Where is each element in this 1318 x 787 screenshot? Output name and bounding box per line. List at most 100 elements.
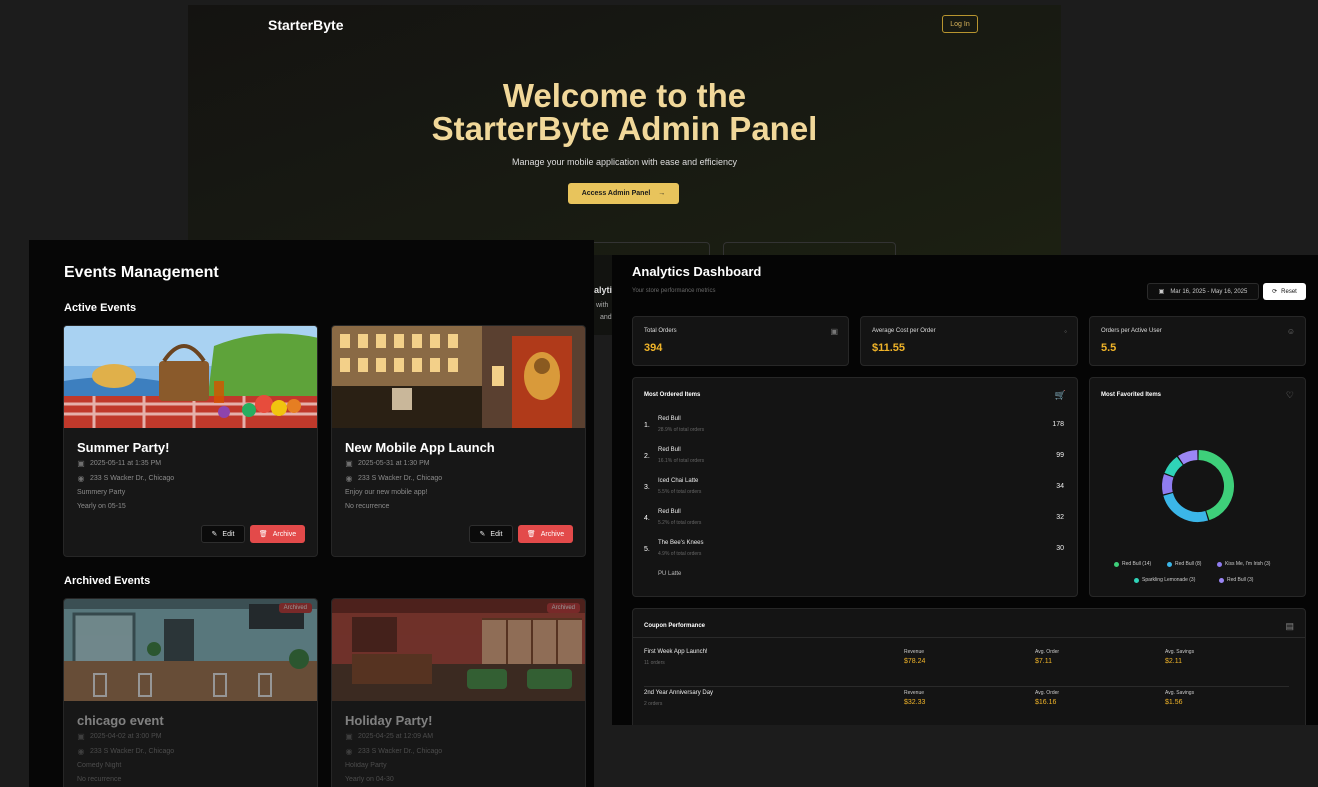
- analytics-panel: Analytics Dashboard Your store performan…: [612, 255, 1318, 725]
- stat-total-orders: Total Orders 394 ▣: [632, 316, 849, 366]
- hero-subtitle: Manage your mobile application with ease…: [512, 157, 737, 167]
- legend-dot: [1167, 561, 1172, 567]
- archived-events-heading: Archived Events: [64, 575, 151, 587]
- feature-card: [723, 242, 896, 255]
- users-icon: ☺: [1286, 327, 1295, 336]
- event-card[interactable]: Summer Party! ▣ 2025-05-11 at 1:35 PM ◉ 23…: [63, 325, 318, 557]
- event-datetime: ▣ 2025-05-31 at 1:30 PM: [345, 459, 430, 468]
- legend-item: Red Bull (14): [1114, 561, 1151, 567]
- event-description: Holiday Party: [345, 762, 387, 769]
- hero-title-line2: StarterByte Admin Panel: [431, 110, 818, 147]
- divider: [633, 637, 1305, 638]
- access-admin-button[interactable]: Access Admin Panel →: [568, 183, 679, 204]
- most-favorited-card: Most Favorited Items ♡ Red Bull (14) Red…: [1089, 377, 1306, 597]
- cart-icon: 🛒: [1054, 390, 1066, 400]
- event-datetime: ▣ 2025-04-25 at 12:09 AM: [345, 732, 434, 741]
- list-item: 3. Iced Chai Latte 5.5% of total orders …: [644, 478, 1064, 495]
- login-button[interactable]: Log In: [942, 15, 978, 33]
- calendar-icon: ▣: [77, 732, 85, 741]
- refresh-icon: ⟳: [1272, 289, 1278, 295]
- event-recurrence: Yearly on 05-15: [77, 503, 126, 510]
- landing-peek-strip: alytic with and: [594, 255, 617, 335]
- list-item: 1. Red Bull 28.9% of total orders 178: [644, 416, 1064, 433]
- legend-item: Red Bull (8): [1167, 561, 1201, 567]
- legend-dot: [1219, 577, 1224, 583]
- ticket-icon: ▤: [1285, 621, 1294, 631]
- event-image-picnic: [64, 326, 317, 428]
- stat-value: $11.55: [872, 342, 906, 354]
- feature-card: [578, 242, 710, 255]
- edit-button[interactable]: ✎ Edit: [201, 525, 245, 543]
- list-item: 5. The Bee's Knees 4.9% of total orders …: [644, 540, 1064, 557]
- brand-logo: StarterByte: [268, 17, 344, 33]
- most-ordered-card: Most Ordered Items 🛒 1. Red Bull 28.9% o…: [632, 377, 1078, 597]
- archived-badge: Archived: [278, 603, 312, 613]
- stat-label: Total Orders: [644, 328, 677, 334]
- events-panel: Events Management Active Events Summer P…: [29, 240, 594, 787]
- event-card[interactable]: Archived chicago event ▣ 2025-04-02 at 3:…: [63, 598, 318, 787]
- event-title: Holiday Party!: [345, 713, 433, 728]
- archived-badge: Archived: [546, 603, 580, 613]
- calendar-icon: ▣: [345, 459, 353, 468]
- calendar-icon: ▣: [830, 327, 838, 336]
- date-range-picker[interactable]: ▣ Mar 16, 2025 - May 16, 2025: [1147, 283, 1259, 300]
- event-recurrence: No recurrence: [77, 776, 122, 783]
- most-favorited-title: Most Favorited Items: [1101, 392, 1162, 398]
- legend-item: Red Bull (3): [1219, 577, 1253, 583]
- legend-item: Kiss Me, I'm Irish (3): [1217, 561, 1270, 567]
- event-location: ◉ 233 S Wacker Dr., Chicago: [77, 474, 175, 483]
- map-pin-icon: ◉: [345, 474, 353, 483]
- event-description: Summery Party: [77, 489, 126, 496]
- map-pin-icon: ◉: [345, 747, 353, 756]
- event-location: ◉ 233 S Wacker Dr., Chicago: [345, 474, 443, 483]
- legend-dot: [1134, 577, 1139, 583]
- archive-button[interactable]: 🗑 Archive: [518, 525, 573, 543]
- stat-label: Orders per Active User: [1101, 328, 1162, 334]
- event-card[interactable]: Archived Holiday Party! ▣ 2025-04-25 at 1…: [331, 598, 586, 787]
- calendar-icon: ▣: [345, 732, 353, 741]
- event-recurrence: No recurrence: [345, 503, 390, 510]
- event-location: ◉ 233 S Wacker Dr., Chicago: [345, 747, 443, 756]
- donut-slice: [1163, 492, 1209, 522]
- map-pin-icon: ◉: [77, 474, 85, 483]
- favorites-donut-chart: [1162, 450, 1234, 522]
- legend-dot: [1114, 561, 1119, 567]
- list-item: 2. Red Bull 16.1% of total orders 99: [644, 447, 1064, 464]
- coupon-performance-title: Coupon Performance: [644, 623, 706, 629]
- most-ordered-title: Most Ordered Items: [644, 392, 701, 398]
- active-events-heading: Active Events: [64, 302, 137, 314]
- arrow-right-icon: →: [658, 190, 666, 197]
- donut-slice: [1164, 456, 1183, 477]
- access-admin-label: Access Admin Panel: [581, 190, 651, 197]
- coupon-row: 2nd Year Anniversary Day 2 orders Revenu…: [644, 690, 1289, 725]
- calendar-icon: ▣: [1158, 289, 1165, 295]
- event-image-cafe: Archived: [64, 599, 317, 701]
- feature-text-peek: and: [600, 314, 612, 321]
- list-item-partial: PU Latte: [658, 571, 682, 577]
- event-datetime: ▣ 2025-04-02 at 3:00 PM: [77, 732, 162, 741]
- event-datetime: ▣ 2025-05-11 at 1:35 PM: [77, 459, 162, 468]
- stat-avg-cost: Average Cost per Order $11.55 ◦: [860, 316, 1078, 366]
- event-description: Comedy Night: [77, 762, 122, 769]
- event-card[interactable]: New Mobile App Launch ▣ 2025-05-31 at 1:3…: [331, 325, 586, 557]
- feature-text-peek: with: [596, 302, 609, 309]
- event-title: New Mobile App Launch: [345, 440, 495, 455]
- legend-item: Sparkling Lemonade (3): [1134, 577, 1195, 583]
- edit-icon: ✎: [211, 531, 218, 538]
- stat-orders-per-user: Orders per Active User 5.5 ☺: [1089, 316, 1306, 366]
- edit-button[interactable]: ✎ Edit: [469, 525, 513, 543]
- event-recurrence: Yearly on 04-30: [345, 776, 394, 783]
- donut-slice: [1198, 450, 1234, 521]
- heart-icon: ♡: [1285, 390, 1294, 400]
- trash-icon: 🗑: [258, 531, 268, 538]
- map-pin-icon: ◉: [77, 747, 85, 756]
- legend-dot: [1217, 561, 1222, 567]
- event-location: ◉ 233 S Wacker Dr., Chicago: [77, 747, 175, 756]
- calendar-icon: ▣: [77, 459, 85, 468]
- coupon-performance-card: Coupon Performance ▤ First Week App Laun…: [632, 608, 1306, 725]
- event-image-coffee-shop: Archived: [332, 599, 585, 701]
- archive-button[interactable]: 🗑 Archive: [250, 525, 305, 543]
- event-title: chicago event: [77, 713, 164, 728]
- analytics-subtitle: Your store performance metrics: [632, 288, 716, 294]
- reset-button[interactable]: ⟳ Reset: [1263, 283, 1306, 300]
